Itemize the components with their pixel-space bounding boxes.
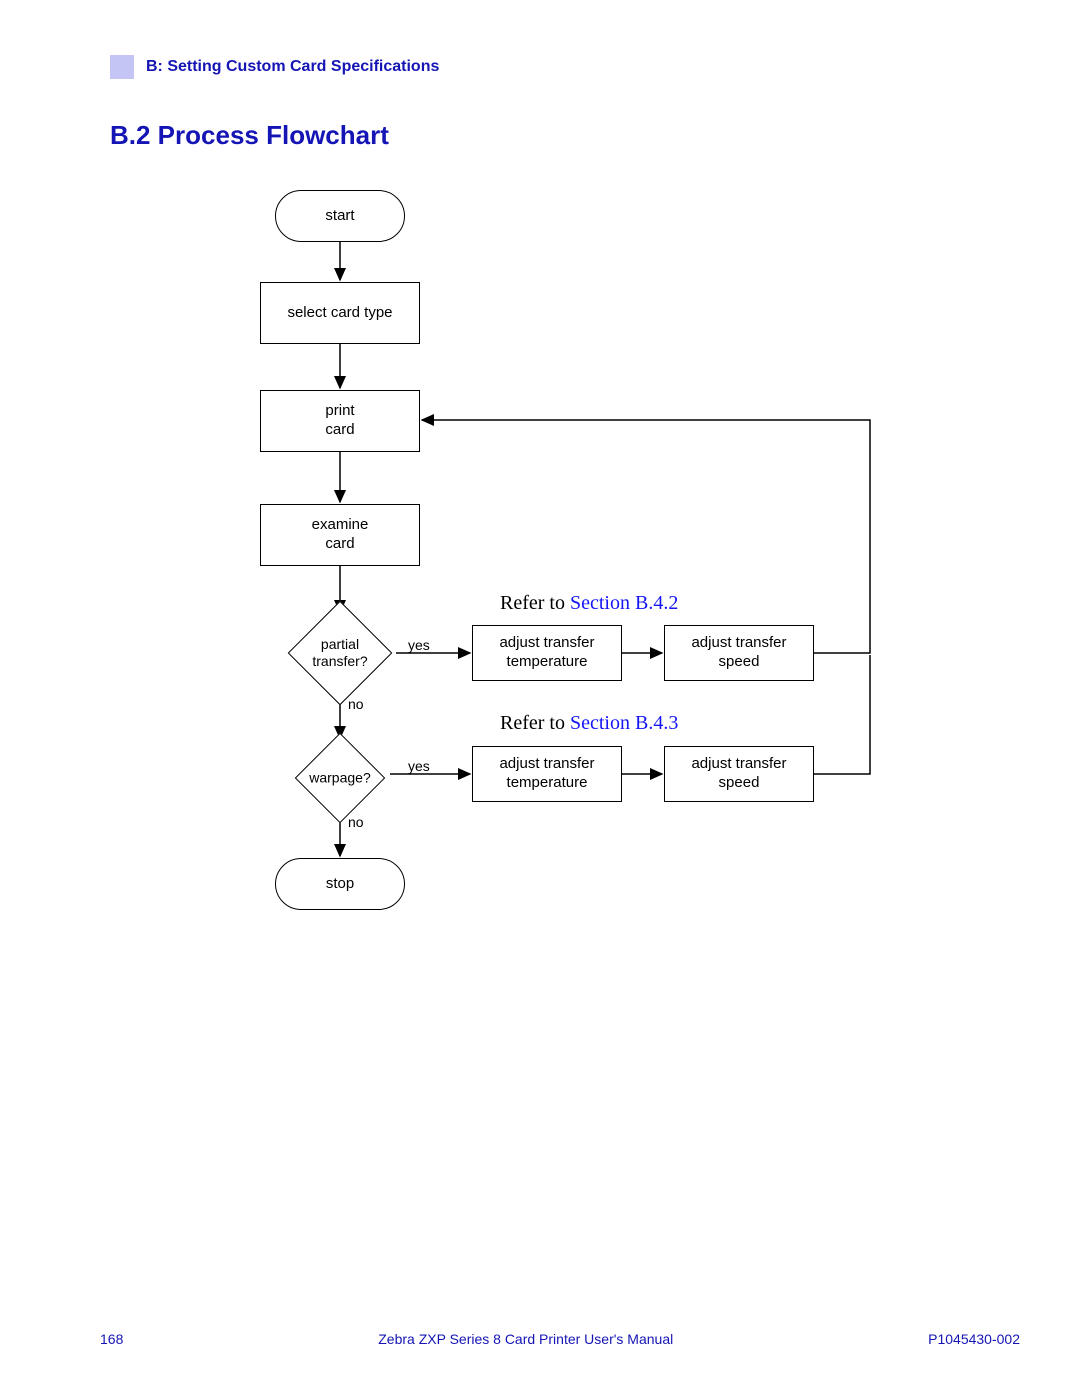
manual-title: Zebra ZXP Series 8 Card Printer User's M… [378, 1331, 673, 1347]
adj-temp-l1: adjust transfer [499, 634, 594, 651]
chapter-label: B: Setting Custom Card Specifications [146, 58, 439, 76]
adj-temp-l2: temperature [507, 653, 588, 670]
partial-l2: transfer? [312, 653, 367, 669]
adjust-speed-node-1: adjust transfer speed [664, 625, 814, 681]
examine-l1: examine [312, 516, 369, 533]
adjust-temp-node-2: adjust transfer temperature [472, 746, 622, 802]
print-l2: card [325, 421, 354, 438]
ref-b43-prefix: Refer to [500, 712, 570, 734]
no-label-2: no [348, 814, 364, 830]
yes-label-1: yes [408, 637, 430, 653]
partial-transfer-decision: partial transfer? [280, 614, 400, 692]
header-marker [110, 55, 134, 79]
flowchart-diagram: start select card type print card examin… [110, 180, 970, 940]
adj-speed-l1: adjust transfer [691, 634, 786, 651]
partial-l1: partial [321, 636, 359, 652]
adj-speed2-l2: speed [719, 774, 760, 791]
stop-node: stop [275, 858, 405, 910]
warpage-label: warpage? [309, 770, 371, 786]
start-node: start [275, 190, 405, 242]
warpage-decision: warpage? [280, 739, 400, 817]
doc-number: P1045430-002 [928, 1331, 1020, 1347]
select-card-node: select card type [260, 282, 420, 344]
select-card-label: select card type [287, 304, 392, 323]
page-number: 168 [100, 1331, 123, 1347]
yes-label-2: yes [408, 758, 430, 774]
adj-temp2-l2: temperature [507, 774, 588, 791]
page-header: B: Setting Custom Card Specifications [110, 55, 439, 79]
adjust-temp-node-1: adjust transfer temperature [472, 625, 622, 681]
ref-b42-link[interactable]: Section B.4.2 [570, 592, 678, 614]
ref-b43-link[interactable]: Section B.4.3 [570, 712, 678, 734]
stop-label: stop [326, 875, 354, 894]
ref-b42: Refer to Section B.4.2 [500, 592, 678, 615]
adjust-speed-node-2: adjust transfer speed [664, 746, 814, 802]
examine-card-node: examine card [260, 504, 420, 566]
page-footer: 168 Zebra ZXP Series 8 Card Printer User… [100, 1331, 1020, 1347]
start-label: start [325, 207, 354, 226]
ref-b43: Refer to Section B.4.3 [500, 712, 678, 735]
print-l1: print [325, 402, 354, 419]
no-label-1: no [348, 696, 364, 712]
adj-speed-l2: speed [719, 653, 760, 670]
examine-l2: card [325, 535, 354, 552]
adj-temp2-l1: adjust transfer [499, 755, 594, 772]
section-title: B.2 Process Flowchart [110, 120, 389, 151]
ref-b42-prefix: Refer to [500, 592, 570, 614]
print-card-node: print card [260, 390, 420, 452]
flowchart-connectors [110, 180, 970, 940]
adj-speed2-l1: adjust transfer [691, 755, 786, 772]
